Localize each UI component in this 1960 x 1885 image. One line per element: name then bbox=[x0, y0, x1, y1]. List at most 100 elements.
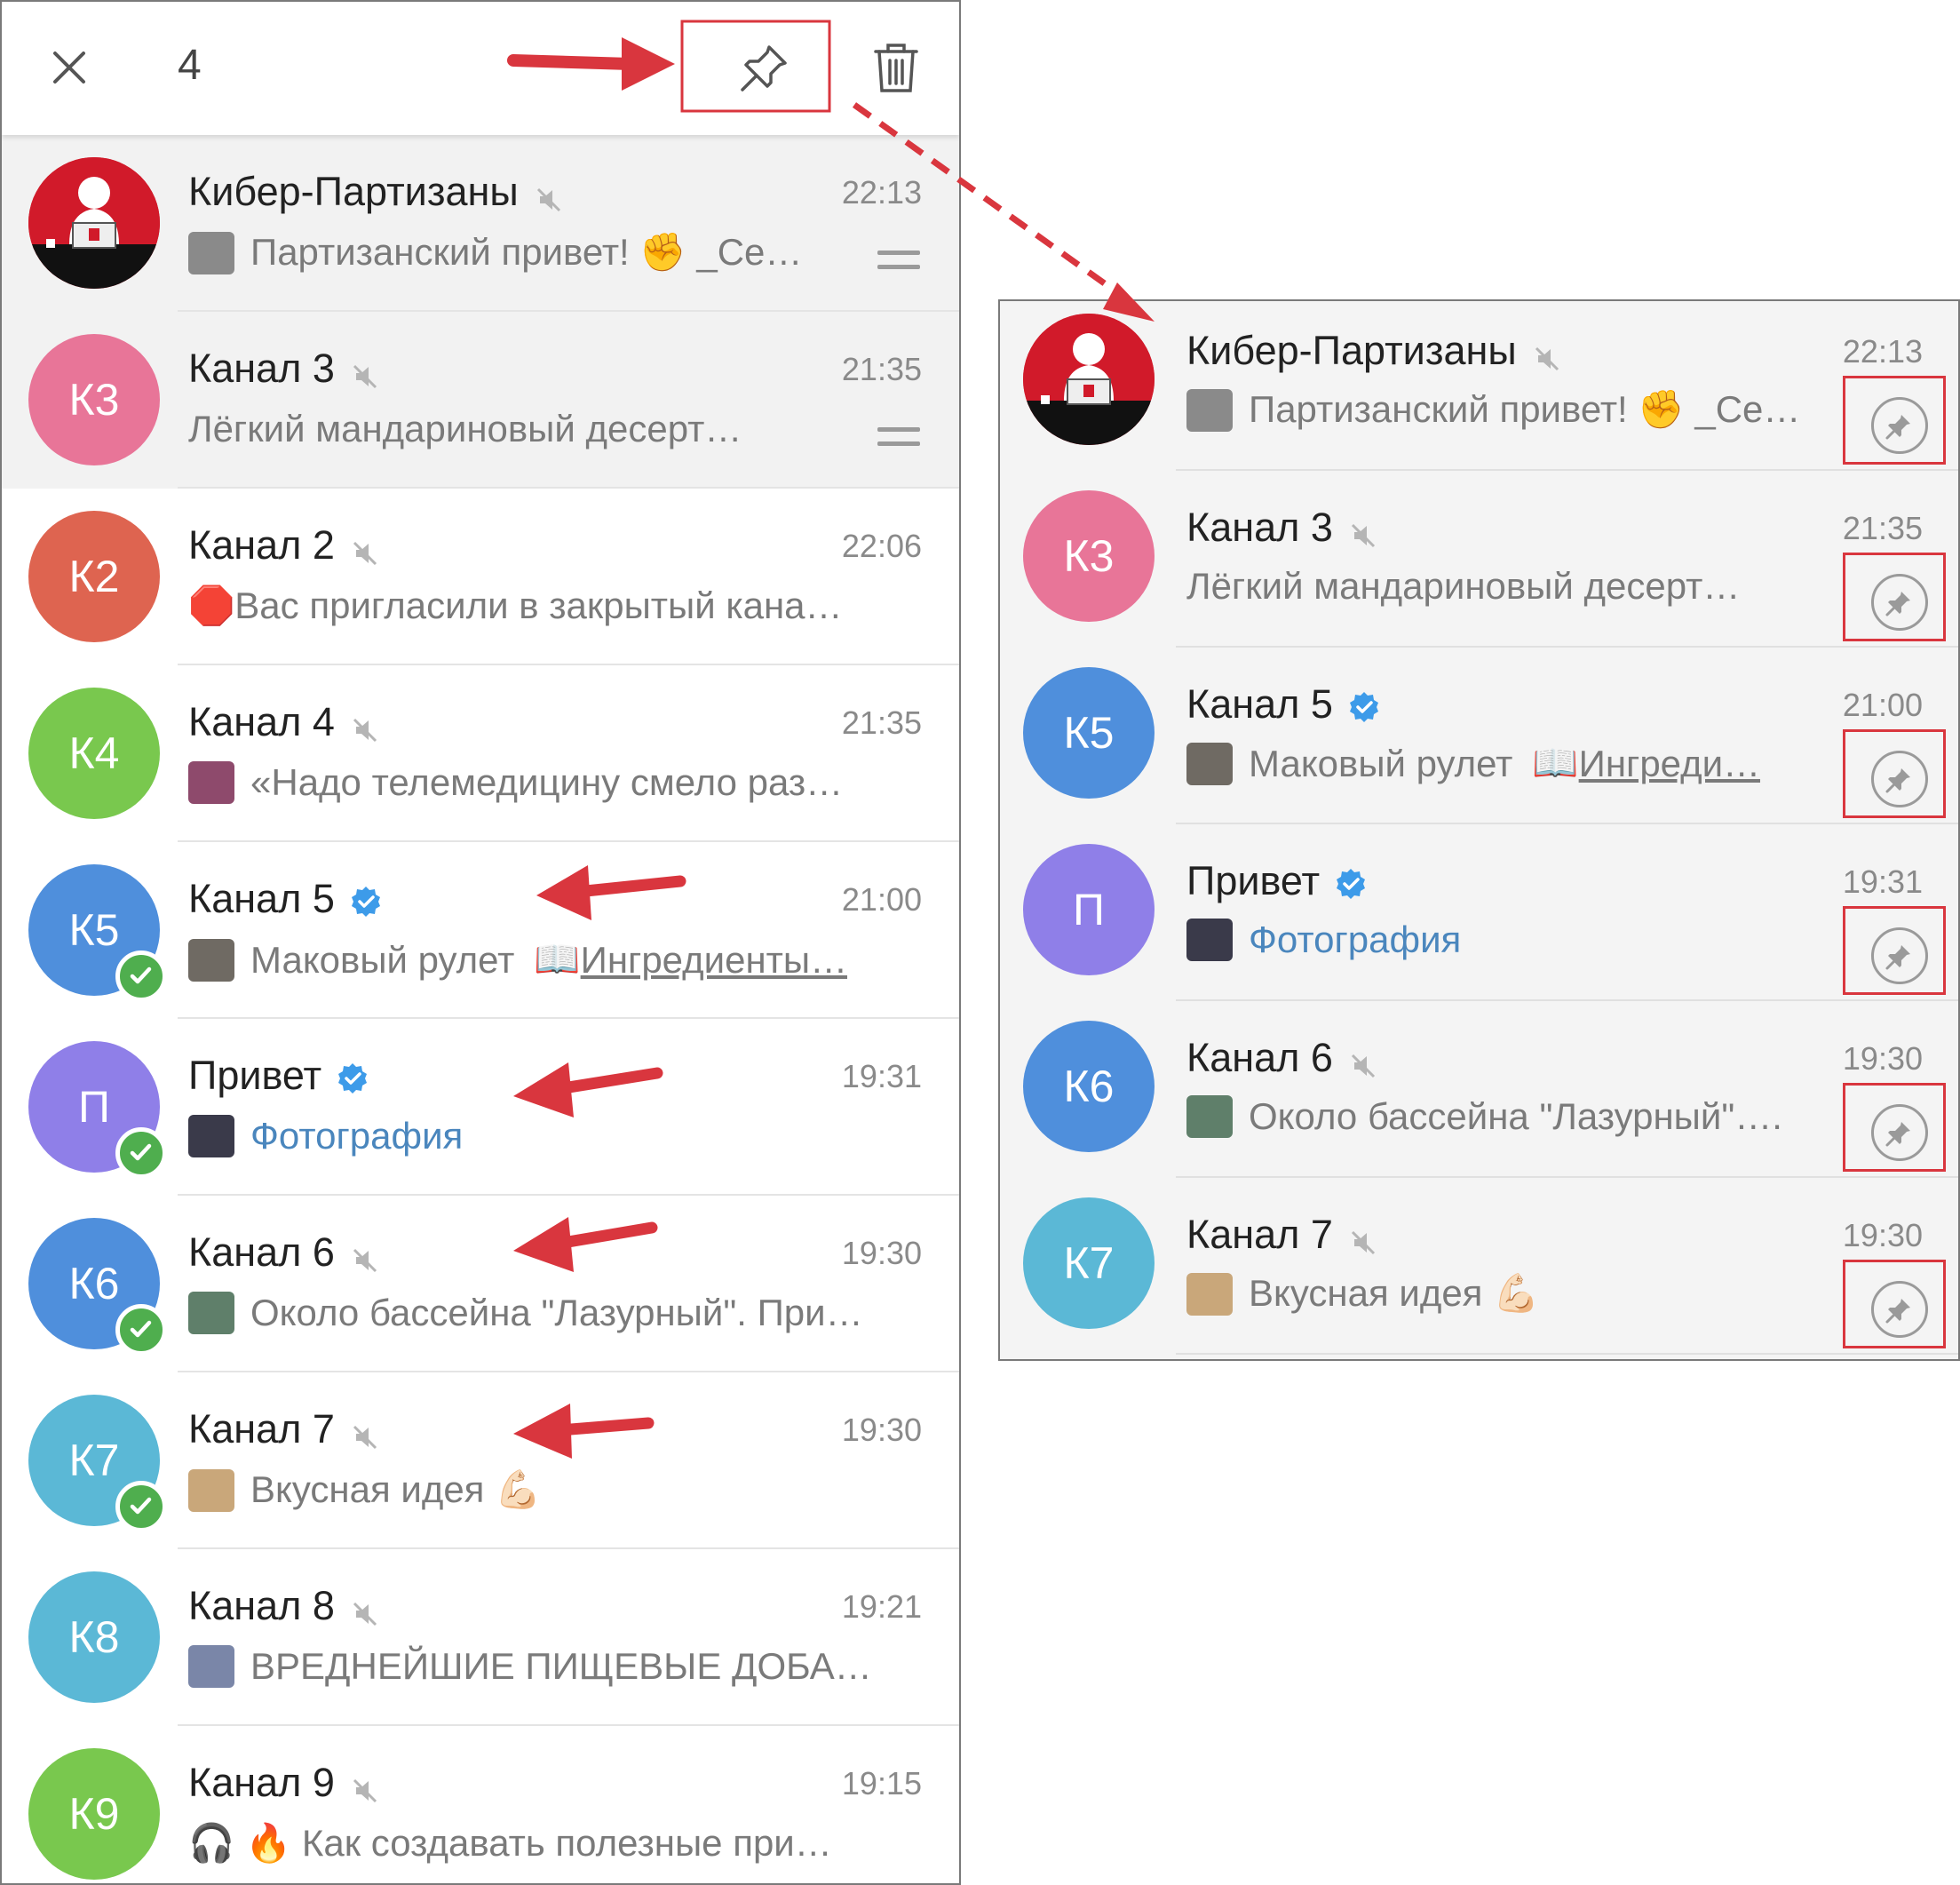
chat-row[interactable]: К9 Канал 9 19:15 🎧 🔥 Как создавать полезные… bbox=[2, 1726, 959, 1883]
chat-name: Канал 7 bbox=[1186, 1212, 1333, 1257]
trash-icon[interactable] bbox=[870, 39, 922, 96]
avatar: К7 bbox=[1023, 1197, 1155, 1329]
chat-time: 21:35 bbox=[841, 704, 922, 741]
pin-icon[interactable] bbox=[737, 42, 790, 95]
chat-time: 19:30 bbox=[1842, 1217, 1923, 1253]
chat-row[interactable]: К3 Канал 3 21:35 Лёгкий мандариновый десерт… bbox=[1000, 478, 1958, 655]
chat-row[interactable]: К4 Канал 4 21:35 «Надо телемедицину смело р… bbox=[2, 665, 959, 842]
chat-preview: Вкусная идея 💪🏻 bbox=[1186, 1272, 1539, 1316]
chat-preview: 🛑Вас пригласили в закрытый кана… bbox=[188, 585, 843, 628]
preview-text: Партизанский привет! ✊ _Се… bbox=[250, 231, 803, 273]
avatar: П bbox=[1023, 844, 1155, 975]
chat-row[interactable]: Кибер-Партизаны 22:13 Партизанский привет!… bbox=[1000, 301, 1958, 478]
muted-icon bbox=[351, 1769, 379, 1803]
preview-text: 🎧 🔥 Как создавать полезные при… bbox=[188, 1822, 832, 1864]
media-thumbnail bbox=[1186, 742, 1233, 785]
chat-preview: «Надо телемедицину смело раз… bbox=[188, 761, 843, 804]
verified-icon bbox=[336, 1059, 369, 1094]
muted-icon bbox=[351, 1238, 379, 1273]
chat-name-line: Канал 8 bbox=[188, 1583, 379, 1629]
pinned-highlight-box bbox=[1843, 1083, 1946, 1172]
chat-name: Канал 7 bbox=[188, 1406, 335, 1452]
chat-preview: Фотография bbox=[1186, 919, 1461, 961]
chat-row[interactable]: К7 Канал 7 19:30 Вкусная идея 💪🏻 bbox=[1000, 1185, 1958, 1359]
chat-row[interactable]: К8 Канал 8 19:21 ВРЕДНЕЙШИЕ ПИЩЕВЫЕ ДОБА… bbox=[2, 1549, 959, 1726]
chat-name-line: Канал 3 bbox=[188, 346, 379, 392]
chat-name: Канал 6 bbox=[188, 1229, 335, 1275]
avatar: К5 bbox=[1023, 667, 1155, 799]
chat-time: 21:35 bbox=[841, 351, 922, 387]
chat-row[interactable]: К5 Канал 5 21:00 Маковый рулет 📖 Ингредиенты… bbox=[2, 842, 959, 1019]
chat-name-line: Канал 5 bbox=[1186, 681, 1381, 728]
chat-row[interactable]: К3 Канал 3 21:35 Лёгкий мандариновый десерт… bbox=[2, 312, 959, 489]
avatar: К6 bbox=[1023, 1021, 1155, 1152]
chat-name-line: Канал 3 bbox=[1186, 505, 1377, 551]
chat-time: 19:30 bbox=[1842, 1040, 1923, 1077]
chat-row[interactable]: К7 Канал 7 19:30 Вкусная идея 💪🏻 bbox=[2, 1372, 959, 1549]
verified-icon bbox=[1347, 688, 1381, 722]
chat-time: 19:30 bbox=[841, 1412, 922, 1448]
muted-icon bbox=[351, 1415, 379, 1450]
media-thumbnail bbox=[1186, 1272, 1233, 1316]
avatar: К3 bbox=[1023, 490, 1155, 622]
pinned-chat-list: Кибер-Партизаны 22:13 Партизанский привет!… bbox=[1000, 301, 1958, 1359]
chat-time: 22:13 bbox=[841, 174, 922, 211]
avatar: К3 bbox=[28, 334, 160, 465]
preview-text: 🛑Вас пригласили в закрытый кана… bbox=[188, 585, 843, 626]
chat-list: Кибер-Партизаны 22:13 Партизанский привет!… bbox=[2, 135, 959, 1883]
chat-row[interactable]: П Привет 19:31 Фотография bbox=[2, 1019, 959, 1196]
row-divider bbox=[1176, 1353, 1958, 1355]
avatar: К4 bbox=[28, 688, 160, 819]
muted-icon bbox=[351, 708, 379, 743]
chat-time: 19:31 bbox=[1842, 863, 1923, 900]
muted-icon bbox=[351, 354, 379, 389]
preview-extra: 📖 bbox=[534, 938, 581, 980]
chat-preview: Фотография bbox=[188, 1115, 463, 1157]
selected-count: 4 bbox=[178, 42, 202, 89]
chat-row[interactable]: К6 Канал 6 19:30 Около бассейна "Лазурный".… bbox=[2, 1196, 959, 1372]
chat-preview: Около бассейна "Лазурный"…. bbox=[1186, 1095, 1782, 1138]
chat-preview: Вкусная идея 💪🏻 bbox=[188, 1468, 541, 1512]
drag-handle-icon[interactable] bbox=[877, 427, 920, 454]
chat-row[interactable]: Кибер-Партизаны 22:13 Партизанский привет!… bbox=[2, 135, 959, 312]
chat-time: 22:13 bbox=[1842, 333, 1923, 370]
close-icon[interactable] bbox=[48, 46, 91, 89]
media-thumbnail bbox=[188, 1645, 234, 1688]
selected-check-icon bbox=[115, 950, 167, 1002]
drag-handle-icon[interactable] bbox=[877, 251, 920, 277]
preview-text: Вкусная идея 💪🏻 bbox=[1249, 1272, 1540, 1314]
chat-name-line: Кибер-Партизаны bbox=[1186, 328, 1561, 374]
chat-name: Привет bbox=[188, 1053, 322, 1098]
pinned-highlight-box bbox=[1843, 906, 1946, 995]
muted-icon bbox=[1533, 337, 1561, 371]
media-thumbnail bbox=[1186, 1095, 1233, 1138]
chat-row[interactable]: К5 Канал 5 21:00 Маковый рулет 📖 Ингреди… bbox=[1000, 655, 1958, 831]
preview-link[interactable]: Ингреди… bbox=[1579, 743, 1760, 785]
avatar bbox=[28, 157, 160, 289]
chat-name-line: Кибер-Партизаны bbox=[188, 169, 563, 215]
pinned-highlight-box bbox=[1843, 729, 1946, 818]
preview-extra: 📖 bbox=[1532, 742, 1579, 783]
row-divider bbox=[1176, 1176, 1958, 1178]
muted-icon bbox=[351, 1592, 379, 1627]
chat-name-line: Канал 2 bbox=[188, 522, 379, 569]
pinned-chats-result: Кибер-Партизаны 22:13 Партизанский привет!… bbox=[998, 299, 1960, 1361]
chat-time: 19:15 bbox=[841, 1765, 922, 1801]
chat-row[interactable]: К2 Канал 2 22:06 🛑Вас пригласили в закрытый… bbox=[2, 489, 959, 665]
preview-link[interactable]: Ингредиенты… bbox=[581, 939, 847, 982]
media-thumbnail bbox=[188, 1292, 234, 1334]
selected-check-icon bbox=[115, 1481, 167, 1532]
media-thumbnail bbox=[188, 1468, 234, 1512]
chat-preview: Лёгкий мандариновый десерт… bbox=[188, 408, 742, 450]
verified-icon bbox=[1334, 864, 1368, 899]
verified-icon bbox=[349, 882, 383, 917]
chat-row[interactable]: П Привет 19:31 Фотография bbox=[1000, 831, 1958, 1008]
chat-preview: Лёгкий мандариновый десерт… bbox=[1186, 565, 1740, 608]
muted-icon bbox=[1349, 1044, 1377, 1078]
chat-preview: ВРЕДНЕЙШИЕ ПИЩЕВЫЕ ДОБА… bbox=[188, 1645, 872, 1688]
chat-time: 21:00 bbox=[1842, 687, 1923, 723]
chat-row[interactable]: К6 Канал 6 19:30 Около бассейна "Лазурный"…… bbox=[1000, 1008, 1958, 1185]
chat-preview: Маковый рулет 📖 Ингреди… bbox=[1186, 742, 1760, 785]
avatar: К2 bbox=[28, 511, 160, 642]
chat-name-line: Канал 9 bbox=[188, 1760, 379, 1806]
